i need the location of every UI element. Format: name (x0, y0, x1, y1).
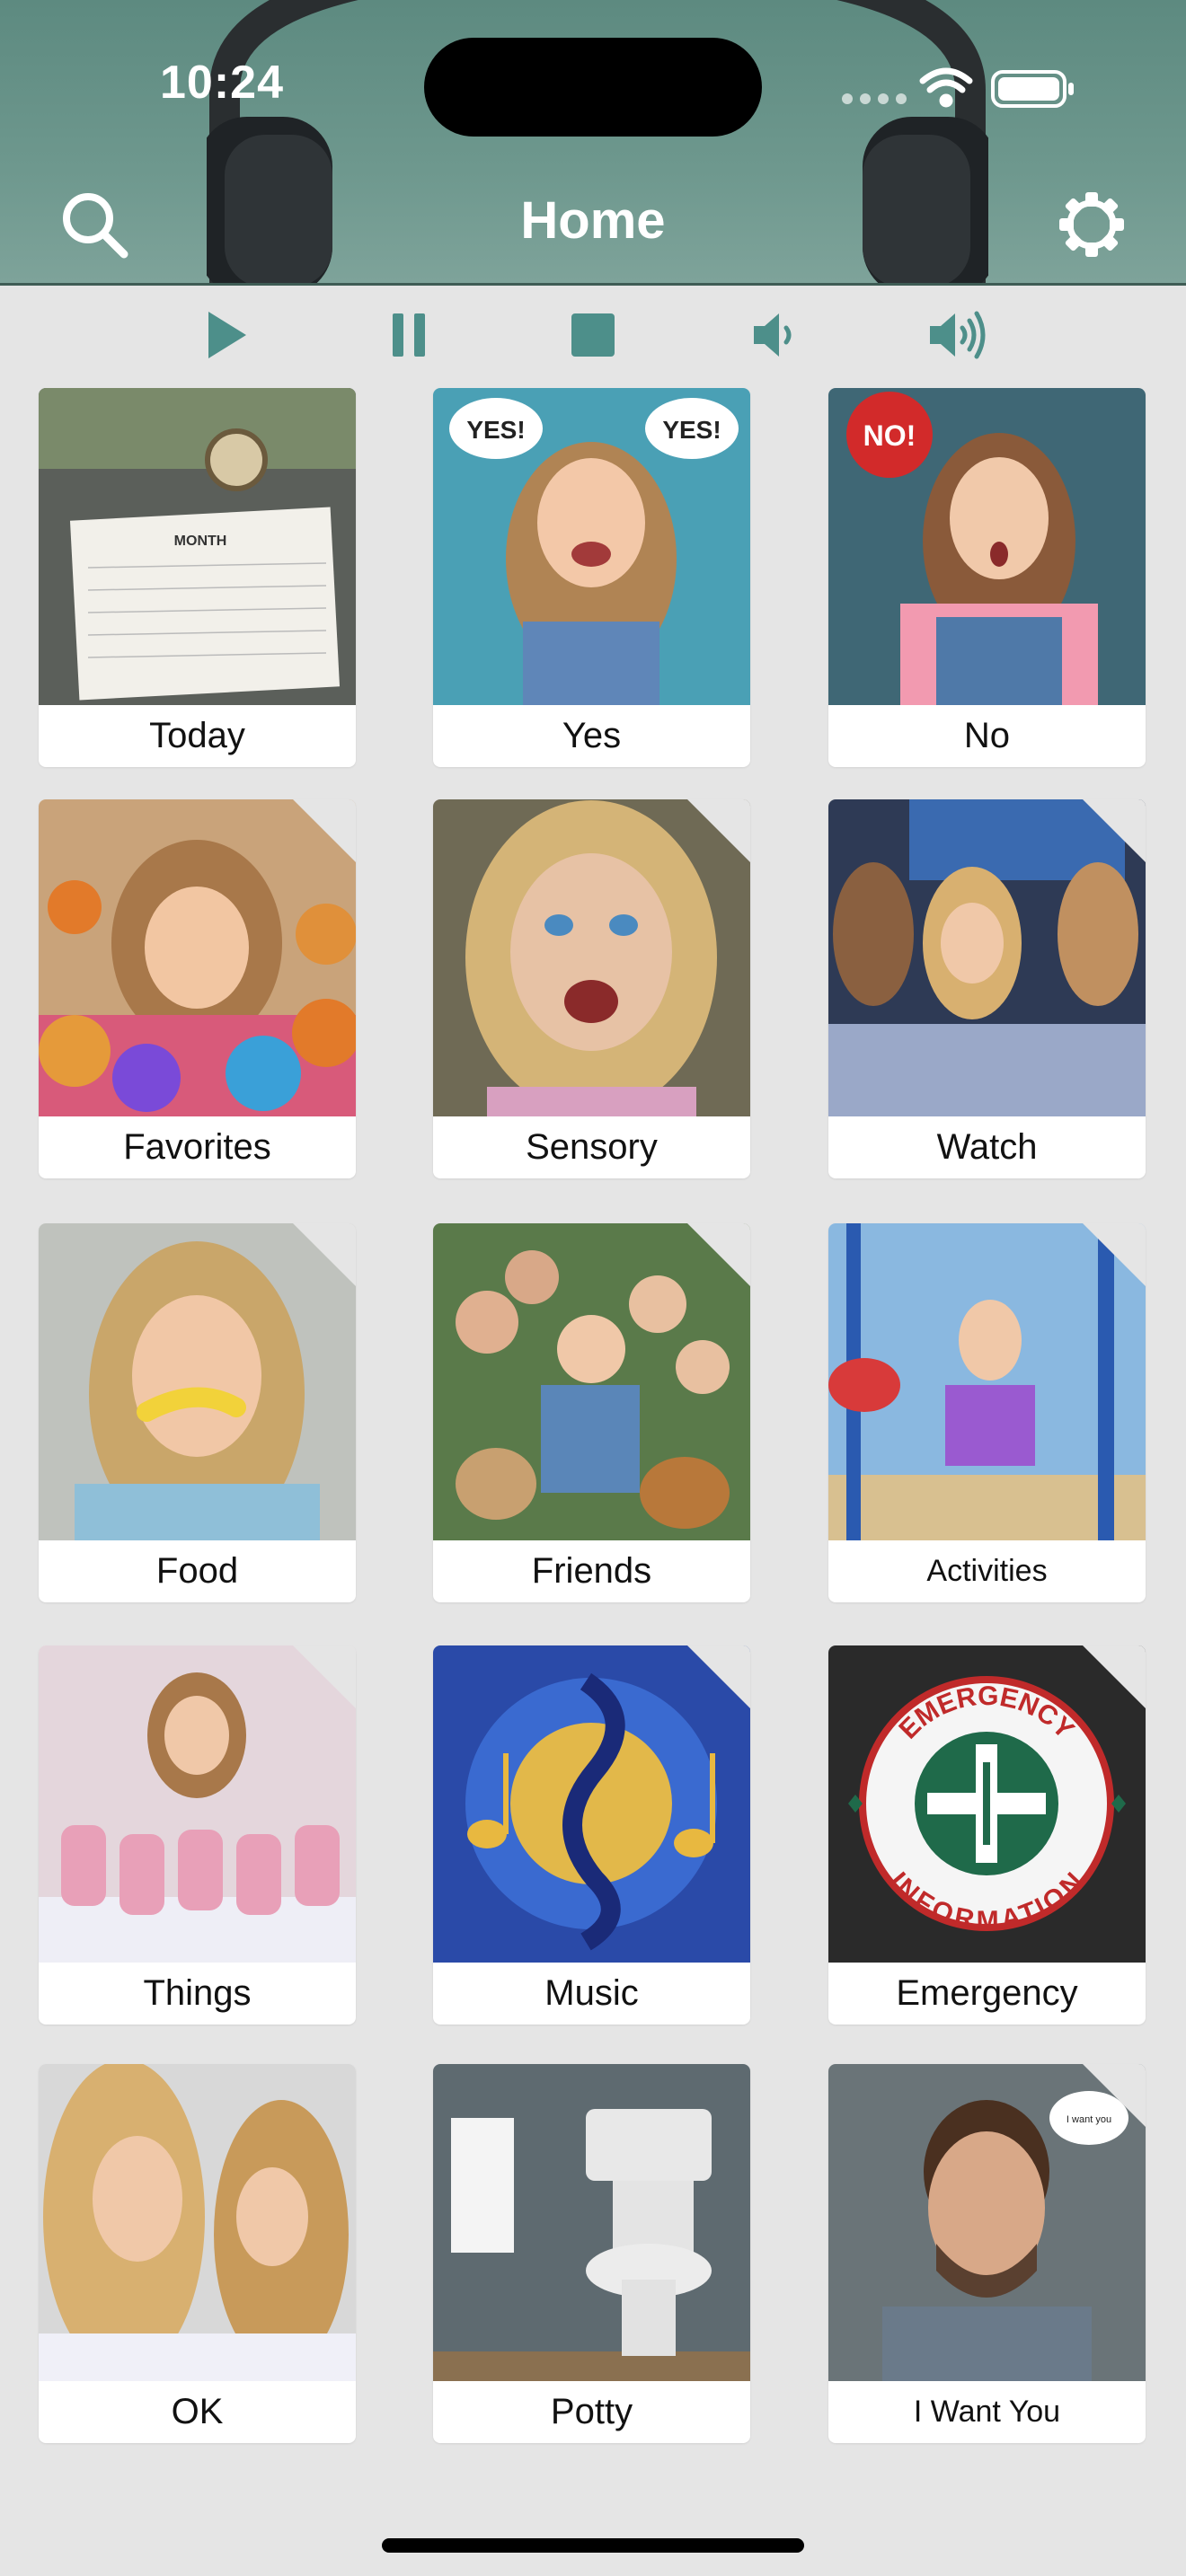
tile-emergency[interactable]: EMERGENCY INFORMATION Emergency (828, 1645, 1146, 2025)
tile-label: I Want You (913, 2395, 1061, 2429)
tile-today[interactable]: MONTH Today (39, 388, 356, 767)
tile-sensory[interactable]: Sensory (433, 799, 750, 1178)
folder-corner (1083, 1223, 1146, 1286)
calendar-heading: MONTH (174, 534, 227, 549)
tile-image: MONTH (39, 388, 356, 705)
yes-bubble-right: YES! (662, 416, 721, 444)
tile-label: No (963, 716, 1011, 755)
tile-label: OK (171, 2392, 224, 2431)
tile-activities[interactable]: Activities (828, 1223, 1146, 1602)
tile-image (433, 2064, 750, 2381)
tile-label: Friends (531, 1551, 652, 1591)
folder-corner (293, 1645, 356, 1708)
tile-label: Watch (936, 1127, 1038, 1167)
tile-image (39, 2064, 356, 2381)
tile-label: Sensory (526, 1127, 658, 1167)
folder-corner (687, 1223, 750, 1286)
tile-image: NO! (828, 388, 1146, 705)
tile-grid: MONTH Today YES! YES! Yes NO! No Favorit… (0, 0, 1186, 2576)
folder-corner (687, 1645, 750, 1708)
tile-label: Favorites (123, 1127, 271, 1167)
tile-i-want-you[interactable]: I want you I Want You (828, 2064, 1146, 2443)
tile-label: Yes (562, 716, 622, 755)
tile-potty[interactable]: Potty (433, 2064, 750, 2443)
tile-food[interactable]: Food (39, 1223, 356, 1602)
folder-corner (687, 799, 750, 862)
tile-label: Activities (926, 1554, 1048, 1588)
tile-label: Potty (550, 2392, 633, 2431)
yes-bubble-left: YES! (466, 416, 525, 444)
tile-image: YES! YES! (433, 388, 750, 705)
tile-yes[interactable]: YES! YES! Yes (433, 388, 750, 767)
tile-label: Music (544, 1973, 639, 2013)
tile-label: Things (143, 1973, 252, 2013)
tile-things[interactable]: Things (39, 1645, 356, 2025)
folder-corner (1083, 1645, 1146, 1708)
tile-label: Emergency (896, 1973, 1078, 2013)
tile-label: Today (149, 716, 245, 755)
tile-watch[interactable]: Watch (828, 799, 1146, 1178)
home-indicator[interactable] (382, 2538, 804, 2553)
tile-ok[interactable]: OK (39, 2064, 356, 2443)
no-bubble: NO! (863, 419, 916, 452)
folder-corner (293, 1223, 356, 1286)
tile-label: Food (155, 1551, 239, 1591)
tile-music[interactable]: Music (433, 1645, 750, 2025)
tile-no[interactable]: NO! No (828, 388, 1146, 767)
tile-favorites[interactable]: Favorites (39, 799, 356, 1178)
folder-corner (1083, 799, 1146, 862)
folder-corner (1083, 2064, 1146, 2127)
folder-corner (293, 799, 356, 862)
tile-friends[interactable]: Friends (433, 1223, 750, 1602)
